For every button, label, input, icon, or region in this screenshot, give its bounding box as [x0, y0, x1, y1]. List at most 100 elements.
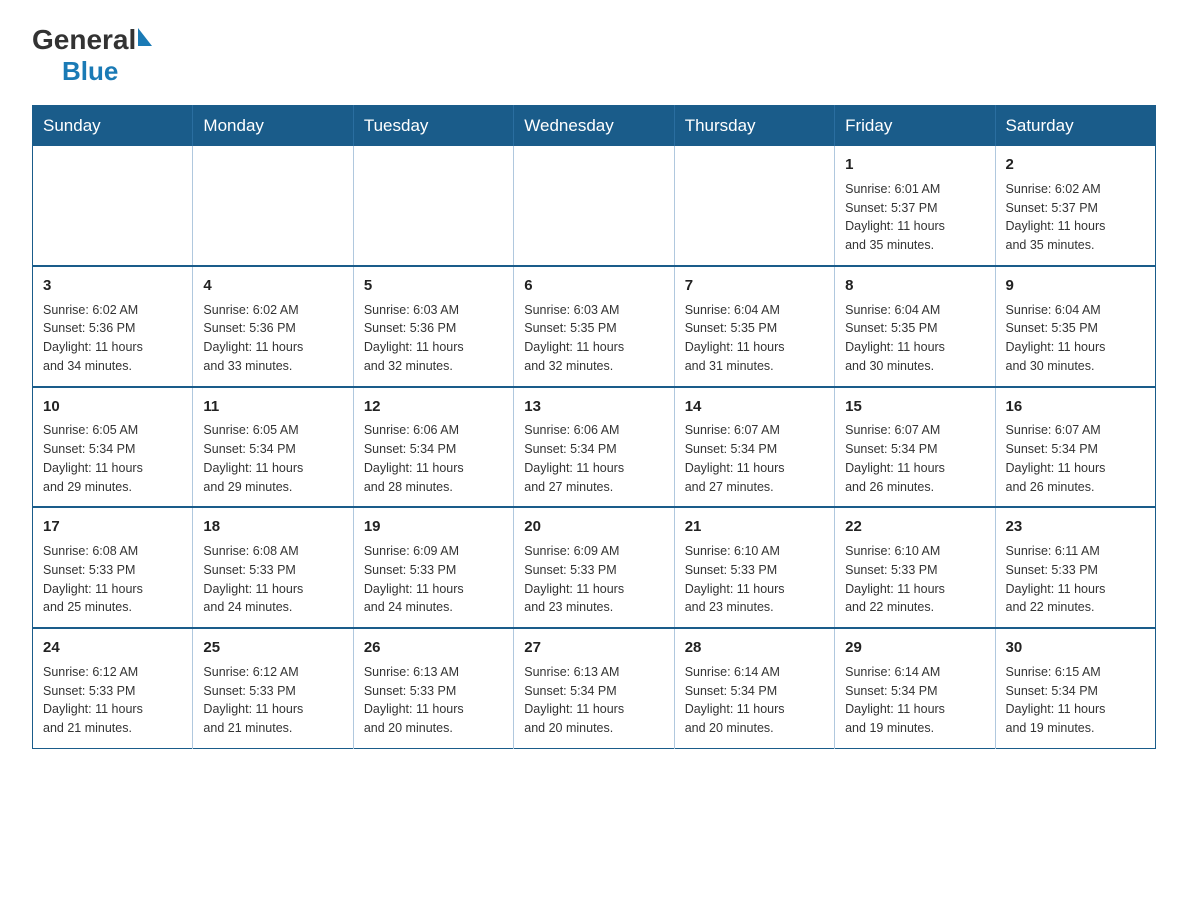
day-number: 14 — [685, 396, 824, 418]
calendar-table: SundayMondayTuesdayWednesdayThursdayFrid… — [32, 105, 1156, 749]
day-info: Sunrise: 6:12 AM Sunset: 5:33 PM Dayligh… — [203, 663, 342, 738]
day-info: Sunrise: 6:11 AM Sunset: 5:33 PM Dayligh… — [1006, 542, 1145, 617]
calendar-cell: 7Sunrise: 6:04 AM Sunset: 5:35 PM Daylig… — [674, 266, 834, 387]
weekday-header-thursday: Thursday — [674, 106, 834, 147]
calendar-cell: 5Sunrise: 6:03 AM Sunset: 5:36 PM Daylig… — [353, 266, 513, 387]
day-info: Sunrise: 6:14 AM Sunset: 5:34 PM Dayligh… — [685, 663, 824, 738]
calendar-cell: 25 Sunrise: 6:12 AM Sunset: 5:33 PM Dayli… — [193, 628, 353, 748]
day-number: 20 — [524, 516, 663, 538]
day-number: 2 — [1006, 154, 1145, 176]
weekday-header-tuesday: Tuesday — [353, 106, 513, 147]
calendar-cell: 16 Sunrise: 6:07 AM Sunset: 5:34 PM Dayli… — [995, 387, 1155, 508]
day-number: 28 — [685, 637, 824, 659]
day-number: 21 — [685, 516, 824, 538]
page-header: General Blue — [32, 24, 1156, 87]
day-number: 5 — [364, 275, 503, 297]
day-info: Sunrise: 6:15 AM Sunset: 5:34 PM Dayligh… — [1006, 663, 1145, 738]
calendar-cell: 28 Sunrise: 6:14 AM Sunset: 5:34 PM Dayli… — [674, 628, 834, 748]
calendar-week-row: 24 Sunrise: 6:12 AM Sunset: 5:33 PM Dayli… — [33, 628, 1156, 748]
calendar-cell — [33, 146, 193, 266]
day-number: 13 — [524, 396, 663, 418]
day-number: 8 — [845, 275, 984, 297]
calendar-header-row: SundayMondayTuesdayWednesdayThursdayFrid… — [33, 106, 1156, 147]
day-info: Sunrise: 6:06 AM Sunset: 5:34 PM Dayligh… — [524, 421, 663, 496]
calendar-cell: 23 Sunrise: 6:11 AM Sunset: 5:33 PM Dayli… — [995, 507, 1155, 628]
weekday-header-sunday: Sunday — [33, 106, 193, 147]
day-number: 18 — [203, 516, 342, 538]
logo: General Blue — [32, 24, 152, 87]
day-number: 10 — [43, 396, 182, 418]
calendar-cell: 6 Sunrise: 6:03 AM Sunset: 5:35 PM Daylig… — [514, 266, 674, 387]
day-info: Sunrise: 6:05 AM Sunset: 5:34 PM Dayligh… — [43, 421, 182, 496]
calendar-cell: 9 Sunrise: 6:04 AM Sunset: 5:35 PM Daylig… — [995, 266, 1155, 387]
logo-arrow-icon — [138, 28, 152, 46]
day-info: Sunrise: 6:02 AM Sunset: 5:36 PM Dayligh… — [43, 301, 182, 376]
calendar-cell: 1 Sunrise: 6:01 AM Sunset: 5:37 PM Daylig… — [835, 146, 995, 266]
logo-general-text: General — [32, 24, 136, 56]
day-number: 4 — [203, 275, 342, 297]
day-info: Sunrise: 6:02 AM Sunset: 5:36 PM Dayligh… — [203, 301, 342, 376]
day-info: Sunrise: 6:13 AM Sunset: 5:34 PM Dayligh… — [524, 663, 663, 738]
calendar-cell — [193, 146, 353, 266]
day-info: Sunrise: 6:06 AM Sunset: 5:34 PM Dayligh… — [364, 421, 503, 496]
day-info: Sunrise: 6:12 AM Sunset: 5:33 PM Dayligh… — [43, 663, 182, 738]
day-number: 1 — [845, 154, 984, 176]
day-info: Sunrise: 6:10 AM Sunset: 5:33 PM Dayligh… — [845, 542, 984, 617]
day-info: Sunrise: 6:03 AM Sunset: 5:35 PM Dayligh… — [524, 301, 663, 376]
day-info: Sunrise: 6:07 AM Sunset: 5:34 PM Dayligh… — [1006, 421, 1145, 496]
day-number: 9 — [1006, 275, 1145, 297]
day-info: Sunrise: 6:07 AM Sunset: 5:34 PM Dayligh… — [685, 421, 824, 496]
day-number: 24 — [43, 637, 182, 659]
calendar-cell: 4 Sunrise: 6:02 AM Sunset: 5:36 PM Daylig… — [193, 266, 353, 387]
day-info: Sunrise: 6:04 AM Sunset: 5:35 PM Dayligh… — [1006, 301, 1145, 376]
calendar-week-row: 1 Sunrise: 6:01 AM Sunset: 5:37 PM Daylig… — [33, 146, 1156, 266]
day-info: Sunrise: 6:14 AM Sunset: 5:34 PM Dayligh… — [845, 663, 984, 738]
day-number: 29 — [845, 637, 984, 659]
day-info: Sunrise: 6:10 AM Sunset: 5:33 PM Dayligh… — [685, 542, 824, 617]
day-number: 11 — [203, 396, 342, 418]
calendar-cell: 22Sunrise: 6:10 AM Sunset: 5:33 PM Dayli… — [835, 507, 995, 628]
day-number: 6 — [524, 275, 663, 297]
calendar-cell: 11 Sunrise: 6:05 AM Sunset: 5:34 PM Dayli… — [193, 387, 353, 508]
day-info: Sunrise: 6:05 AM Sunset: 5:34 PM Dayligh… — [203, 421, 342, 496]
day-number: 23 — [1006, 516, 1145, 538]
day-number: 12 — [364, 396, 503, 418]
day-number: 26 — [364, 637, 503, 659]
day-number: 15 — [845, 396, 984, 418]
day-number: 19 — [364, 516, 503, 538]
day-number: 3 — [43, 275, 182, 297]
calendar-cell: 17Sunrise: 6:08 AM Sunset: 5:33 PM Dayli… — [33, 507, 193, 628]
calendar-cell: 2 Sunrise: 6:02 AM Sunset: 5:37 PM Daylig… — [995, 146, 1155, 266]
day-number: 25 — [203, 637, 342, 659]
calendar-cell — [674, 146, 834, 266]
day-number: 27 — [524, 637, 663, 659]
calendar-cell: 13 Sunrise: 6:06 AM Sunset: 5:34 PM Dayli… — [514, 387, 674, 508]
calendar-cell: 10 Sunrise: 6:05 AM Sunset: 5:34 PM Dayli… — [33, 387, 193, 508]
calendar-week-row: 10 Sunrise: 6:05 AM Sunset: 5:34 PM Dayli… — [33, 387, 1156, 508]
calendar-cell: 26 Sunrise: 6:13 AM Sunset: 5:33 PM Dayli… — [353, 628, 513, 748]
day-info: Sunrise: 6:02 AM Sunset: 5:37 PM Dayligh… — [1006, 180, 1145, 255]
calendar-cell — [353, 146, 513, 266]
calendar-cell: 29 Sunrise: 6:14 AM Sunset: 5:34 PM Dayli… — [835, 628, 995, 748]
logo-blue-text: Blue — [62, 56, 118, 87]
day-info: Sunrise: 6:08 AM Sunset: 5:33 PM Dayligh… — [203, 542, 342, 617]
day-info: Sunrise: 6:01 AM Sunset: 5:37 PM Dayligh… — [845, 180, 984, 255]
calendar-week-row: 3 Sunrise: 6:02 AM Sunset: 5:36 PM Daylig… — [33, 266, 1156, 387]
day-number: 17 — [43, 516, 182, 538]
calendar-cell: 8 Sunrise: 6:04 AM Sunset: 5:35 PM Daylig… — [835, 266, 995, 387]
calendar-cell: 15 Sunrise: 6:07 AM Sunset: 5:34 PM Dayli… — [835, 387, 995, 508]
calendar-cell: 19 Sunrise: 6:09 AM Sunset: 5:33 PM Dayli… — [353, 507, 513, 628]
day-info: Sunrise: 6:07 AM Sunset: 5:34 PM Dayligh… — [845, 421, 984, 496]
day-number: 16 — [1006, 396, 1145, 418]
calendar-cell: 21 Sunrise: 6:10 AM Sunset: 5:33 PM Dayli… — [674, 507, 834, 628]
day-info: Sunrise: 6:04 AM Sunset: 5:35 PM Dayligh… — [845, 301, 984, 376]
weekday-header-monday: Monday — [193, 106, 353, 147]
weekday-header-saturday: Saturday — [995, 106, 1155, 147]
calendar-cell — [514, 146, 674, 266]
day-info: Sunrise: 6:13 AM Sunset: 5:33 PM Dayligh… — [364, 663, 503, 738]
day-info: Sunrise: 6:09 AM Sunset: 5:33 PM Dayligh… — [364, 542, 503, 617]
calendar-cell: 18 Sunrise: 6:08 AM Sunset: 5:33 PM Dayli… — [193, 507, 353, 628]
calendar-cell: 14 Sunrise: 6:07 AM Sunset: 5:34 PM Dayli… — [674, 387, 834, 508]
weekday-header-wednesday: Wednesday — [514, 106, 674, 147]
calendar-cell: 30Sunrise: 6:15 AM Sunset: 5:34 PM Dayli… — [995, 628, 1155, 748]
